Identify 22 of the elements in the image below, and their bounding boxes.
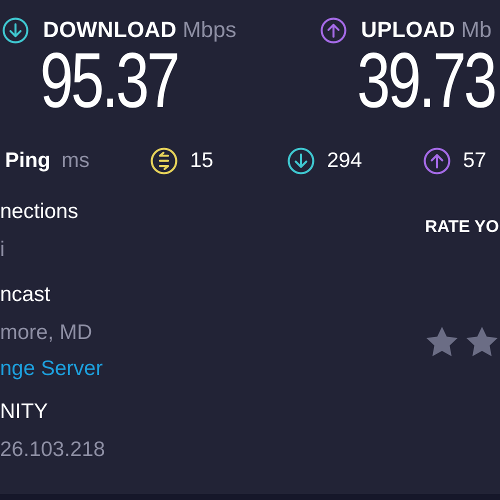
metric-label: UPLOAD [361,17,456,43]
section-heading: nections [0,200,78,223]
rating-title: RATE YO [425,218,500,236]
metric-label: DOWNLOAD [43,17,177,43]
ping-label: Ping [5,149,50,173]
section-heading: NITY [0,400,48,423]
unit-label: Mb [461,17,492,43]
ping-value: 294 [327,149,362,173]
ping-value: 15 [190,149,214,173]
jitter-icon [150,147,178,175]
speed-value: 95.37 [40,42,178,120]
speed-value: 39.73 [357,42,495,120]
star-icon[interactable] [465,326,499,358]
detail-value: i [0,238,5,261]
change-server-link[interactable]: nge Server [0,357,103,380]
detail-value: 26.103.218 [0,438,106,461]
section-heading: ncast [0,283,50,306]
detail-value: more, MD [0,321,92,344]
star-icon[interactable] [425,326,459,358]
ping-value: 57 [463,149,486,173]
unit-label: Mbps [182,17,236,43]
unit-label: ms [62,149,90,173]
